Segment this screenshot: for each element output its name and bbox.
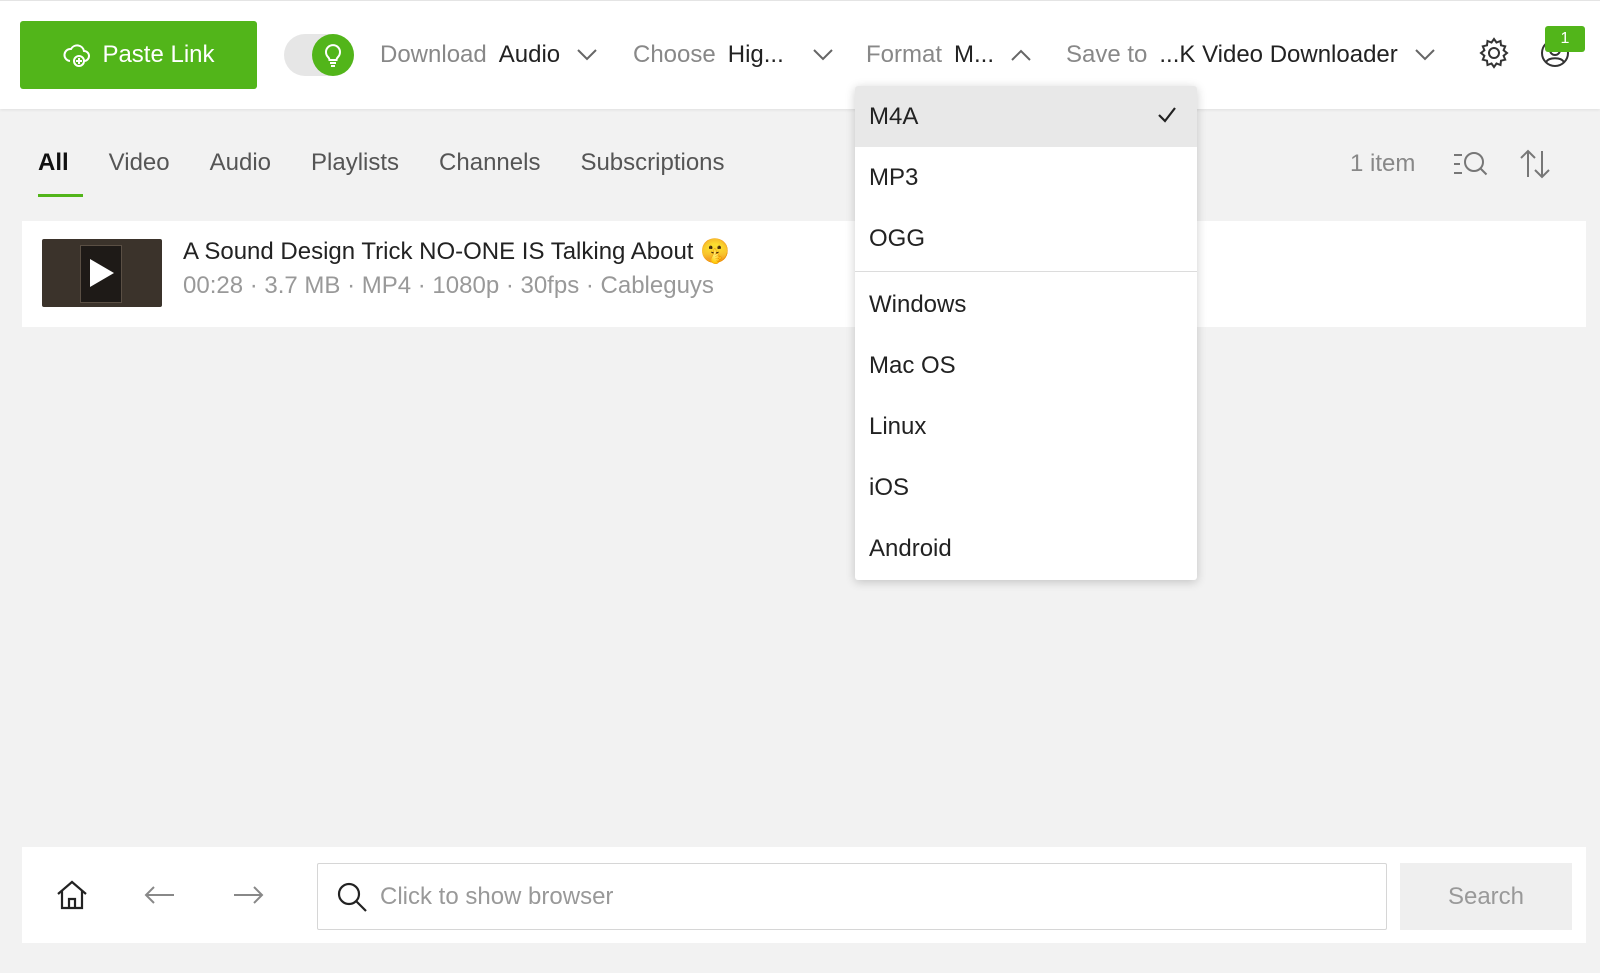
home-icon[interactable] [54,877,90,913]
chevron-down-icon [1415,49,1435,61]
option-label: iOS [869,473,910,501]
download-value: Audio [498,41,561,68]
arrow-left-icon[interactable] [142,877,178,913]
option-label: Android [869,534,952,562]
top-toolbar: Paste Link Download Audio Choose Hig... … [0,0,1600,109]
download-label: Download [380,41,487,68]
tab-all[interactable]: All [22,145,85,197]
gear-icon[interactable] [1477,36,1511,70]
checkmark-icon [1158,107,1176,123]
paste-link-button[interactable]: Paste Link [20,21,257,89]
item-title: A Sound Design Trick NO-ONE IS Talking A… [183,238,731,265]
play-icon [90,259,114,287]
browser-search-input[interactable]: Click to show browser [317,863,1387,930]
format-value: M... [954,41,995,68]
format-option-ios[interactable]: iOS [855,457,1197,518]
download-list-item[interactable]: A Sound Design Trick NO-ONE IS Talking A… [22,221,1586,327]
save-to-label: Save to [1066,41,1148,68]
sort-icon[interactable] [1517,147,1553,181]
quality-select[interactable]: Choose Hig... [633,37,834,73]
format-label: Format [866,41,943,68]
format-option-windows[interactable]: Windows [855,274,1197,335]
item-count: 1 item [1350,150,1416,177]
item-meta: 00:28 · 3.7 MB · MP4 · 1080p · 30fps · C… [183,272,714,299]
search-placeholder: Click to show browser [380,882,614,910]
chevron-up-icon [1011,49,1031,61]
lightbulb-icon [325,44,341,67]
save-to-value: ...K Video Downloader [1159,41,1398,68]
category-tabs: All Video Audio Playlists Channels Subsc… [22,145,749,197]
search-list-icon[interactable] [1452,147,1488,181]
format-dropdown-menu: M4A MP3 OGG Windows Mac OS Linux iOS And… [855,86,1197,580]
chevron-down-icon [813,49,833,61]
video-thumbnail[interactable] [42,239,162,307]
format-option-ogg[interactable]: OGG [855,208,1197,269]
format-select[interactable]: Format M... [866,37,1032,73]
tab-channels[interactable]: Channels [423,145,556,197]
choose-value: Hig... [727,41,784,68]
option-label: Mac OS [869,351,956,379]
chevron-down-icon [577,49,597,61]
option-label: MP3 [869,163,919,191]
option-label: OGG [869,224,926,252]
search-icon [337,882,367,912]
choose-label: Choose [633,41,716,68]
tab-playlists[interactable]: Playlists [295,145,415,197]
option-label: Windows [869,290,967,318]
search-button[interactable]: Search [1400,863,1572,930]
paste-link-label: Paste Link [102,41,215,68]
smart-mode-toggle[interactable] [284,34,354,76]
format-option-linux[interactable]: Linux [855,396,1197,457]
save-to-select[interactable]: Save to ...K Video Downloader [1066,37,1436,73]
download-type-select[interactable]: Download Audio [380,37,598,73]
tab-audio[interactable]: Audio [194,145,287,197]
cloud-plus-icon [63,44,91,67]
notification-badge: 1 [1545,26,1585,52]
menu-divider [855,271,1197,272]
format-option-mp3[interactable]: MP3 [855,147,1197,208]
tab-video[interactable]: Video [93,145,186,197]
tab-subscriptions[interactable]: Subscriptions [564,145,740,197]
browser-bar: Click to show browser Search [22,847,1586,943]
format-option-m4a[interactable]: M4A [855,86,1197,147]
format-option-macos[interactable]: Mac OS [855,335,1197,396]
format-option-android[interactable]: Android [855,518,1197,579]
option-label: Linux [869,412,927,440]
arrow-right-icon[interactable] [230,877,266,913]
option-label: M4A [869,102,919,130]
